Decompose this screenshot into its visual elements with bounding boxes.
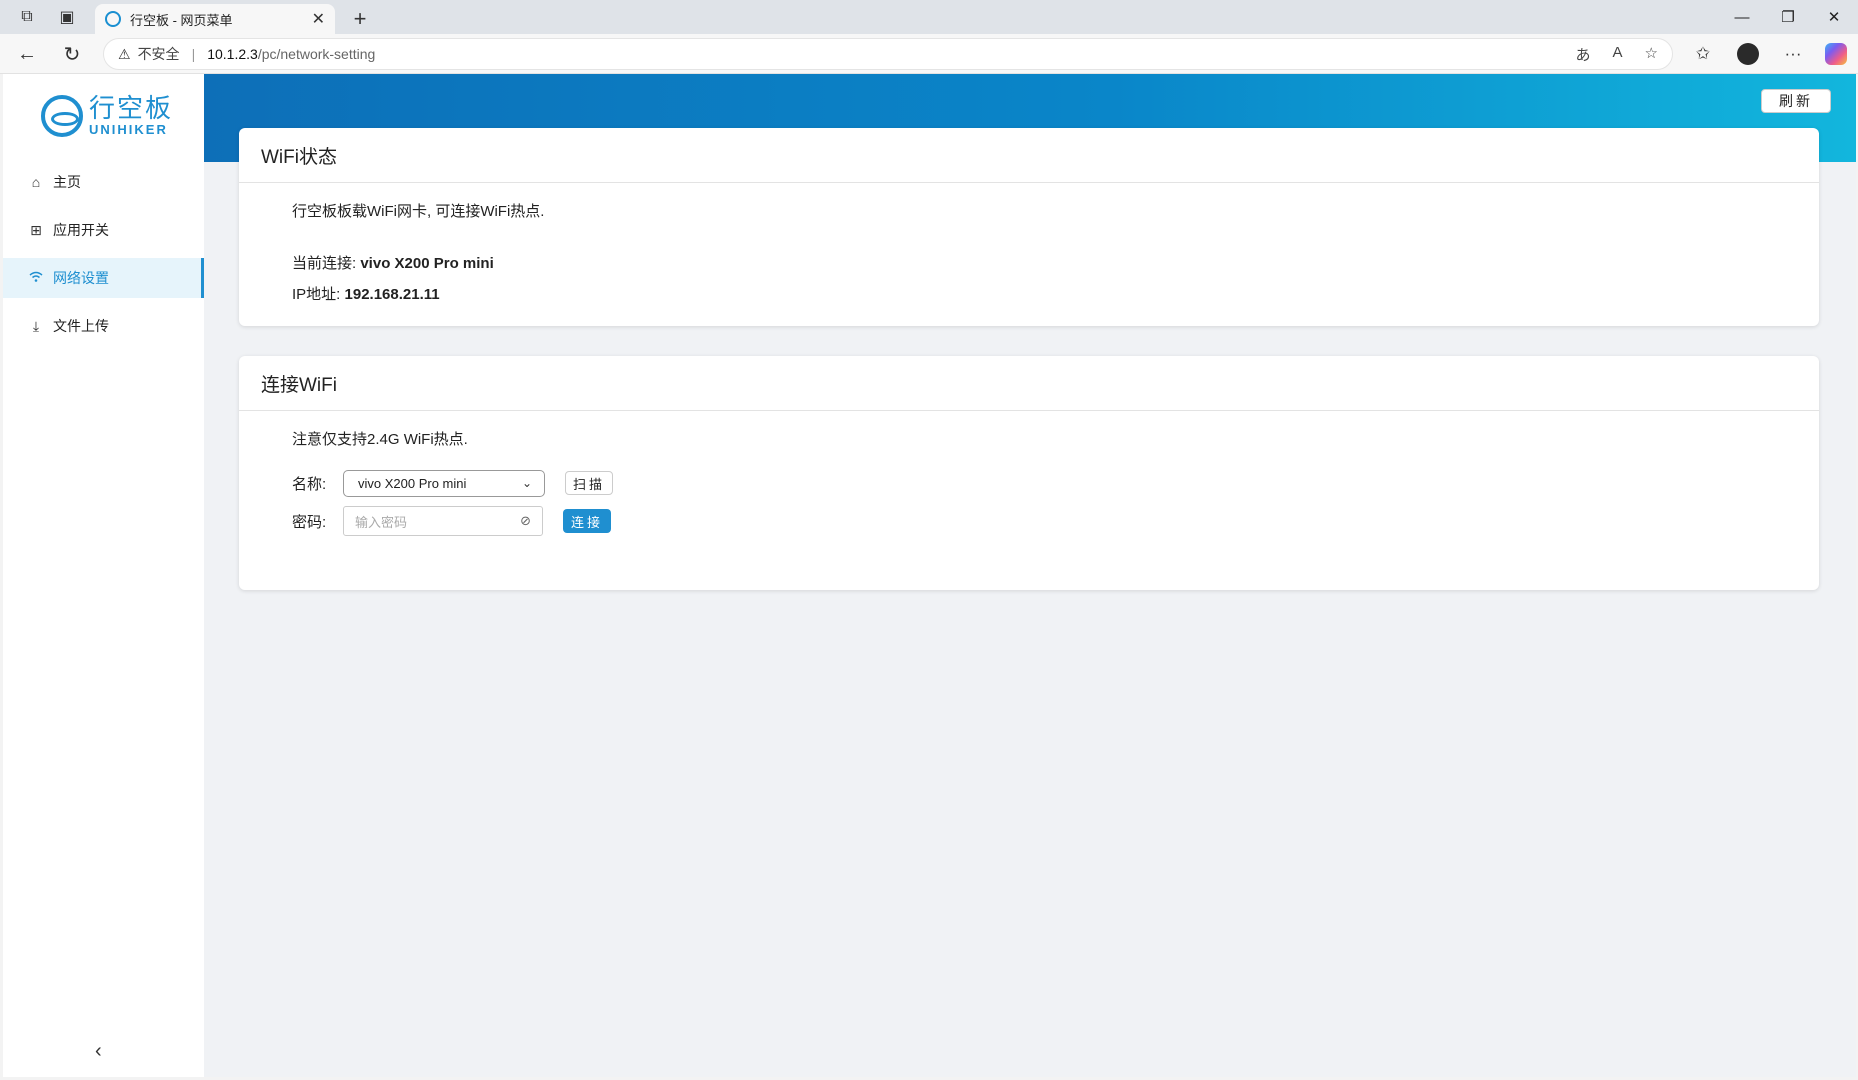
restore-icon[interactable]: ❐: [1765, 0, 1811, 34]
connect-wifi-body: 注意仅支持2.4G WiFi热点.: [239, 411, 1819, 451]
logo-en: UNIHIKER: [89, 122, 168, 137]
password-placeholder: 输入密码: [355, 514, 408, 530]
security-label: 不安全: [137, 46, 180, 62]
sidebar-item-apps[interactable]: ⊞ 应用开关: [3, 210, 204, 250]
back-icon[interactable]: ←: [11, 38, 43, 70]
tab-favicon-icon: [105, 11, 121, 27]
tab-title: 行空板 - 网页菜单: [130, 12, 233, 28]
wifi-status-card: WiFi状态 行空板板载WiFi网卡, 可连接WiFi热点. 当前连接: viv…: [239, 128, 1819, 326]
collapse-sidebar-icon[interactable]: ‹: [95, 1040, 102, 1063]
copilot-logo: [1825, 43, 1847, 65]
password-input[interactable]: 输入密码 ⊘: [343, 506, 543, 536]
ssid-row: 名称: vivo X200 Pro mini ⌄ 扫描: [292, 468, 613, 498]
tab-actions-icon[interactable]: ▣: [50, 0, 84, 34]
current-connection-label: 当前连接:: [292, 255, 361, 272]
ip-address: IP地址: 192.168.21.11: [292, 284, 1819, 306]
current-connection: 当前连接: vivo X200 Pro mini: [292, 253, 1819, 275]
wifi-status-body: 行空板板载WiFi网卡, 可连接WiFi热点. 当前连接: vivo X200 …: [239, 183, 1819, 306]
browser-tab[interactable]: 行空板 - 网页菜单 ✕: [95, 4, 335, 34]
read-aloud-icon[interactable]: A: [1613, 44, 1623, 65]
logo-text: 行空板 UNIHIKER: [89, 94, 173, 137]
new-tab-icon[interactable]: +: [345, 4, 375, 34]
more-menu-icon[interactable]: ···: [1775, 38, 1811, 70]
ip-address-value: 192.168.21.11: [344, 286, 440, 303]
connect-wifi-card: 连接WiFi 注意仅支持2.4G WiFi热点. 名称: vivo X200 P…: [239, 356, 1819, 590]
warning-icon: ⚠: [118, 45, 131, 62]
home-icon: ⌂: [31, 174, 41, 190]
ssid-selected-value: vivo X200 Pro mini: [358, 475, 467, 491]
upload-icon: ⤓: [32, 317, 40, 334]
connect-wifi-title: 连接WiFi: [239, 356, 1819, 411]
web-page: 行空板 UNIHIKER ⌂ 主页 ⊞ 应用开关 网络设置 ⤓ 文件上传 ‹ 刷…: [3, 74, 1856, 1077]
sidebar-item-label: 文件上传: [53, 318, 109, 334]
grid-icon: ⊞: [30, 221, 42, 238]
password-label: 密码:: [292, 513, 327, 531]
logo-mark-icon: [41, 94, 83, 137]
browser-titlebar: ⧉ ▣ 行空板 - 网页菜单 ✕ + — ❐ ✕: [0, 0, 1858, 34]
sidebar-item-label: 网络设置: [53, 270, 109, 286]
sidebar: 行空板 UNIHIKER ⌂ 主页 ⊞ 应用开关 网络设置 ⤓ 文件上传 ‹: [3, 74, 204, 1077]
address-separator: |: [191, 46, 196, 62]
browser-toolbar: ← ↻ ⚠ 不安全 | 10.1.2.3 /pc/network-setting…: [0, 34, 1858, 74]
connect-button[interactable]: 连接: [563, 509, 611, 533]
wifi-note: 注意仅支持2.4G WiFi热点.: [292, 431, 468, 448]
minimize-icon[interactable]: —: [1719, 0, 1765, 34]
sidebar-item-network[interactable]: 网络设置: [3, 258, 204, 298]
url-path: /pc/network-setting: [257, 46, 376, 62]
unihiker-logo: 行空板 UNIHIKER: [41, 94, 173, 137]
sidebar-item-upload[interactable]: ⤓ 文件上传: [3, 306, 204, 346]
favorite-star-icon[interactable]: ☆: [1645, 44, 1658, 65]
copilot-icon[interactable]: [1818, 38, 1854, 70]
eye-hidden-icon[interactable]: ⊘: [520, 513, 531, 529]
translate-icon[interactable]: あ: [1576, 44, 1591, 65]
current-connection-value: vivo X200 Pro mini: [360, 255, 494, 272]
wifi-description: 行空板板载WiFi网卡, 可连接WiFi热点.: [292, 203, 545, 220]
favorites-icon[interactable]: ✩: [1685, 38, 1721, 70]
reload-icon[interactable]: ↻: [56, 38, 88, 70]
window-close-icon[interactable]: ✕: [1811, 0, 1857, 34]
avatar-icon: [1737, 43, 1759, 65]
address-bar[interactable]: ⚠ 不安全 | 10.1.2.3 /pc/network-setting あ A…: [103, 38, 1673, 70]
chevron-down-icon: ⌄: [521, 475, 532, 490]
ip-address-label: IP地址:: [292, 286, 345, 303]
sidebar-item-home[interactable]: ⌂ 主页: [3, 162, 204, 202]
url-host: 10.1.2.3: [207, 46, 258, 62]
sidebar-menu: ⌂ 主页 ⊞ 应用开关 网络设置 ⤓ 文件上传: [3, 162, 204, 354]
tab-close-icon[interactable]: ✕: [312, 9, 325, 29]
wifi-status-title: WiFi状态: [239, 128, 1819, 183]
scan-button[interactable]: 扫描: [565, 471, 613, 495]
sidebar-item-label: 应用开关: [53, 222, 109, 238]
sidebar-item-label: 主页: [53, 174, 81, 190]
workspaces-icon[interactable]: ⧉: [10, 0, 44, 34]
address-bar-actions: あ A ☆: [1576, 44, 1658, 65]
ssid-label: 名称:: [292, 475, 327, 493]
ssid-select[interactable]: vivo X200 Pro mini ⌄: [343, 469, 545, 497]
refresh-button[interactable]: 刷新: [1761, 89, 1831, 113]
profile-avatar[interactable]: [1730, 38, 1766, 70]
password-row: 密码: 输入密码 ⊘ 连接: [292, 506, 611, 536]
wifi-icon: [27, 270, 45, 286]
logo-cn: 行空板: [89, 93, 174, 123]
